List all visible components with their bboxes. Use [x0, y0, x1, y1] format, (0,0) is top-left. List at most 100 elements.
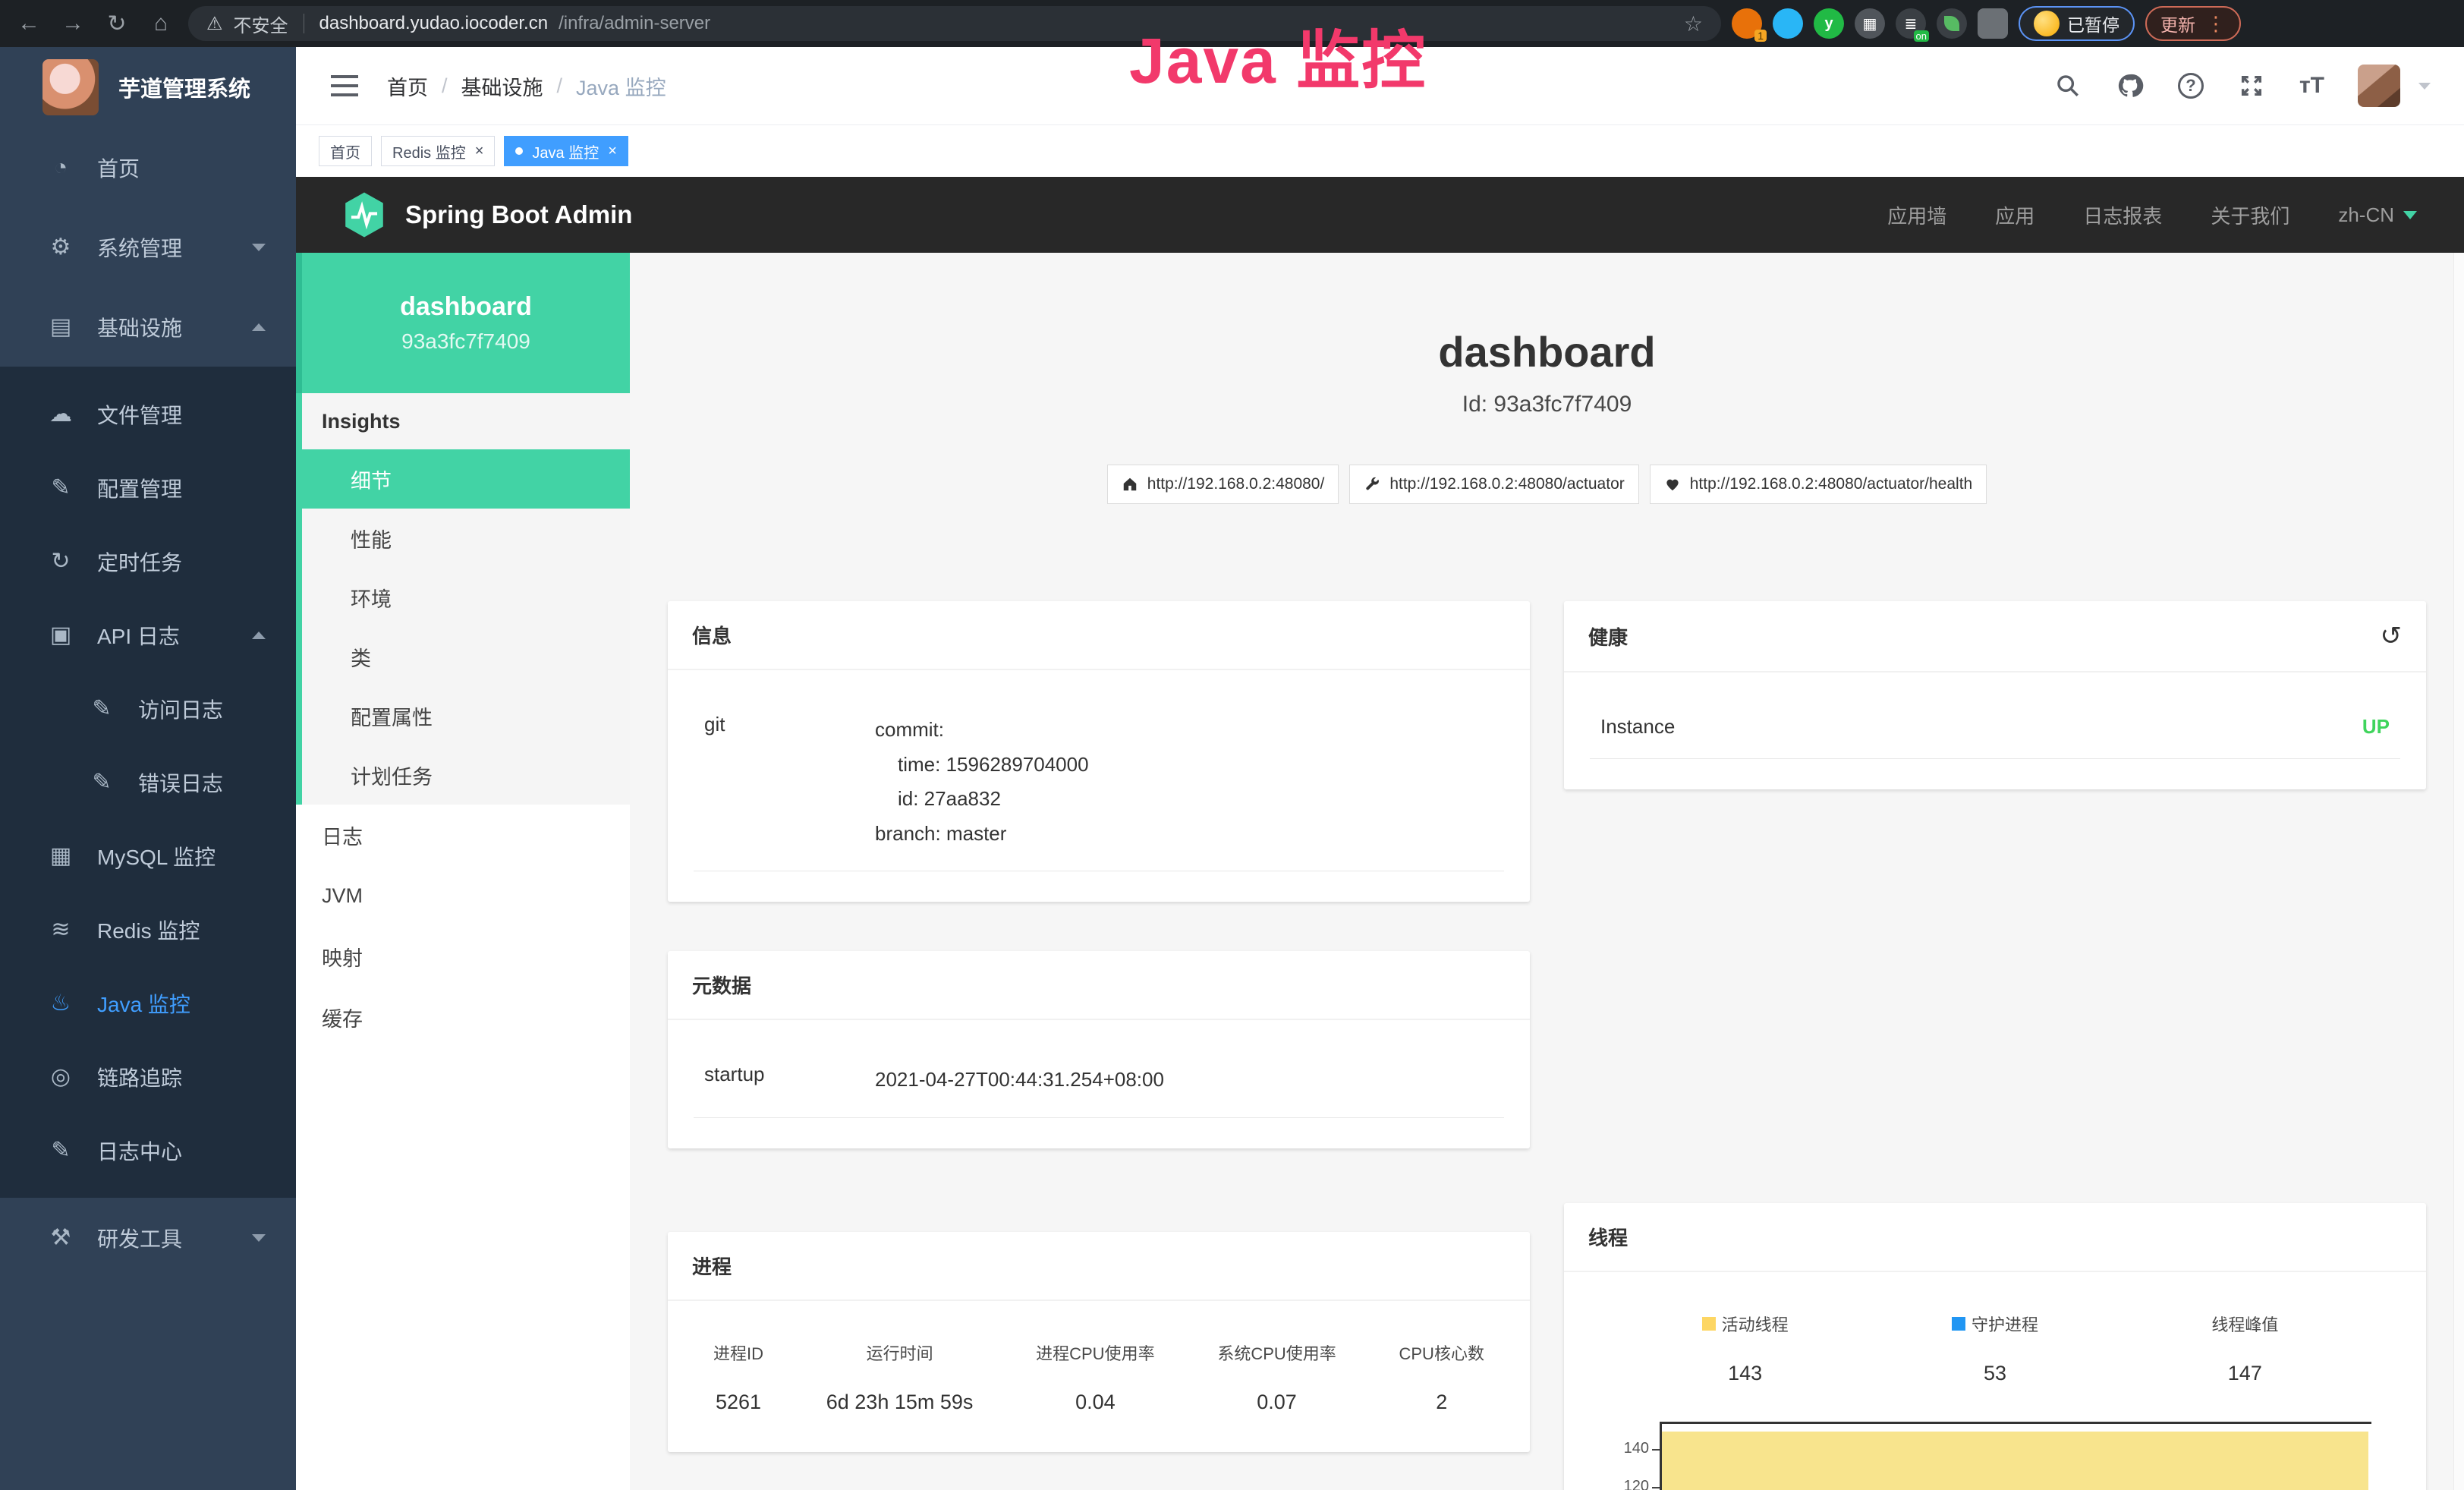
metadata-card-title: 元数据 — [692, 971, 751, 999]
sidebar-item-api-log[interactable]: ▣ API 日志 — [0, 598, 296, 672]
breadcrumb-infra[interactable]: 基础设施 — [461, 71, 543, 101]
sidebar-item-log-center[interactable]: ✎ 日志中心 — [0, 1114, 296, 1187]
sba-body: dashboard 93a3fc7f7409 Insights 细节 性能 环境… — [296, 253, 2464, 1490]
extension-y-icon[interactable]: y — [1814, 8, 1844, 39]
health-status-badge: UP — [2362, 715, 2390, 739]
browser-back-button[interactable]: ← — [12, 7, 46, 40]
system-cpu: 系统CPU使用率 0.07 — [1217, 1340, 1336, 1414]
fullscreen-icon[interactable] — [2237, 71, 2266, 100]
extensions-puzzle-icon[interactable] — [1978, 8, 2008, 39]
browser-reload-button[interactable]: ↻ — [100, 7, 134, 40]
sba-nav-journal[interactable]: 日志报表 — [2083, 201, 2162, 229]
sidebar-item-redis[interactable]: ≋ Redis 监控 — [0, 893, 296, 966]
nav-item-details[interactable]: 细节 — [296, 449, 630, 509]
chevron-down-icon — [252, 244, 266, 251]
nav-item-scheduled-tasks[interactable]: 计划任务 — [302, 745, 630, 805]
error-log-icon: ✎ — [88, 769, 115, 795]
sba-nav-about[interactable]: 关于我们 — [2211, 201, 2289, 229]
user-avatar[interactable] — [2358, 65, 2400, 107]
security-warning-label[interactable]: 不安全 — [234, 11, 288, 37]
sidebar-item-trace[interactable]: ◎ 链路追踪 — [0, 1040, 296, 1114]
history-icon[interactable]: ↺ — [2381, 621, 2403, 651]
close-icon[interactable] — [608, 143, 617, 160]
sidebar-item-error-log[interactable]: ✎ 错误日志 — [0, 745, 296, 819]
extension-grid-icon[interactable]: ▦ — [1855, 8, 1885, 39]
browser-profile-paused-badge[interactable]: 已暂停 — [2019, 6, 2135, 41]
close-icon[interactable] — [475, 143, 484, 160]
sba-language-select[interactable]: zh-CN — [2338, 203, 2417, 227]
app-logo-row[interactable]: 芋道管理系统 — [0, 47, 296, 128]
tab-java-monitor[interactable]: Java 监控 — [504, 136, 628, 166]
nav-item-logs[interactable]: 日志 — [296, 805, 630, 865]
nav-item-jvm[interactable]: JVM — [296, 865, 630, 926]
avatar-caret-icon[interactable] — [2418, 83, 2431, 90]
sba-nav-wallboard[interactable]: 应用墙 — [1887, 201, 1946, 229]
sidebar-item-access-log[interactable]: ✎ 访问日志 — [0, 672, 296, 745]
sba-brand[interactable]: Spring Boot Admin — [343, 191, 632, 238]
bookmark-star-icon[interactable]: ☆ — [1684, 11, 1703, 36]
info-git-label: git — [704, 713, 875, 851]
extension-icon-orange[interactable]: 1 — [1732, 8, 1762, 39]
tab-home[interactable]: 首页 — [319, 136, 372, 166]
sidebar-item-infra[interactable]: ▤ 基础设施 — [0, 287, 296, 367]
sidebar-item-file[interactable]: ☁ 文件管理 — [0, 377, 296, 451]
health-url-button[interactable]: http://192.168.0.2:48080/actuator/health — [1650, 465, 1987, 504]
search-icon[interactable] — [2053, 71, 2082, 100]
address-bar[interactable]: ⚠ 不安全 dashboard.yudao.iocoder.cn/infra/a… — [188, 6, 1721, 41]
security-warning-icon[interactable]: ⚠ — [206, 13, 223, 35]
wrench-icon — [1364, 476, 1380, 493]
access-log-icon: ✎ — [88, 695, 115, 722]
sidebar-collapse-icon[interactable] — [329, 73, 360, 99]
nav-item-config-props[interactable]: 配置属性 — [302, 686, 630, 745]
sidebar-item-job[interactable]: ↻ 定时任务 — [0, 524, 296, 598]
yudao-sidebar: 芋道管理系统 ◔ 首页 ⚙ 系统管理 ▤ 基础设施 ☁ 文件管理 ✎ 配置管理 … — [0, 47, 296, 1490]
threads-chart: 140 120 100 — [1600, 1422, 2371, 1490]
help-icon[interactable]: ? — [2178, 73, 2204, 99]
sidebar-item-mysql[interactable]: ▦ MySQL 监控 — [0, 819, 296, 893]
nav-item-classes[interactable]: 类 — [302, 627, 630, 686]
chevron-down-icon — [2403, 211, 2417, 219]
edit-icon: ✎ — [47, 474, 74, 501]
github-icon[interactable] — [2116, 71, 2145, 100]
service-url-button[interactable]: http://192.168.0.2:48080/ — [1107, 465, 1339, 504]
extension-pin-icon[interactable] — [1773, 8, 1803, 39]
browser-forward-button[interactable]: → — [56, 7, 90, 40]
nav-item-environment[interactable]: 环境 — [302, 568, 630, 627]
actuator-url-button[interactable]: http://192.168.0.2:48080/actuator — [1349, 465, 1638, 504]
sidebar-item-home[interactable]: ◔ 首页 — [0, 128, 296, 207]
heart-icon — [1664, 476, 1681, 493]
sidebar-submenu-infra: ☁ 文件管理 ✎ 配置管理 ↻ 定时任务 ▣ API 日志 ✎ 访问日志 ✎ 错… — [0, 367, 296, 1198]
redis-icon: ≋ — [47, 916, 74, 943]
sidebar-item-system[interactable]: ⚙ 系统管理 — [0, 207, 296, 287]
app-logo — [42, 59, 99, 115]
extension-switch-icon[interactable]: ≣ on — [1896, 8, 1926, 39]
extension-leaf-icon[interactable] — [1937, 8, 1967, 39]
process-metrics-row: 进程ID 5261 运行时间 6d 23h 15m 59s 进程CPU使用率 0… — [694, 1321, 1504, 1422]
nav-item-caches[interactable]: 缓存 — [296, 987, 630, 1047]
cpu-cores: CPU核心数 2 — [1399, 1340, 1484, 1414]
metadata-startup-label: startup — [704, 1063, 875, 1098]
browser-menu-icon[interactable]: ⋮ — [2206, 12, 2226, 36]
sba-nav-applications[interactable]: 应用 — [1995, 201, 2034, 229]
sidebar-item-config[interactable]: ✎ 配置管理 — [0, 451, 296, 524]
sba-main: dashboard Id: 93a3fc7f7409 http://192.16… — [630, 253, 2464, 1490]
threads-card-title: 线程 — [1588, 1223, 1628, 1251]
tab-redis-monitor[interactable]: Redis 监控 — [381, 136, 495, 166]
threads-daemon: 守护进程 53 — [1870, 1312, 2119, 1385]
dashboard-icon: ◔ — [47, 155, 74, 181]
log-icon: ▣ — [47, 622, 74, 648]
sidebar-item-java-monitor[interactable]: ♨ Java 监控 — [0, 966, 296, 1040]
sidebar-item-dev-tools[interactable]: ⚒ 研发工具 — [0, 1198, 296, 1277]
nav-item-mappings[interactable]: 映射 — [296, 926, 630, 987]
content-scrollbar[interactable] — [2453, 253, 2464, 1490]
info-card: 信息 git commit: time: 1596289704000 id: 2… — [668, 601, 1530, 902]
health-instance-label: Instance — [1600, 715, 1675, 739]
threads-chart-y-axis: 140 120 100 — [1600, 1422, 1660, 1490]
instance-header[interactable]: dashboard 93a3fc7f7409 — [296, 253, 630, 393]
schedule-icon: ↻ — [47, 548, 74, 575]
browser-update-button[interactable]: 更新 ⋮ — [2145, 6, 2241, 41]
nav-item-metrics[interactable]: 性能 — [302, 509, 630, 568]
breadcrumb-home[interactable]: 首页 — [387, 71, 428, 101]
browser-home-button[interactable]: ⌂ — [144, 7, 178, 40]
font-size-icon[interactable]: тT — [2299, 73, 2324, 99]
